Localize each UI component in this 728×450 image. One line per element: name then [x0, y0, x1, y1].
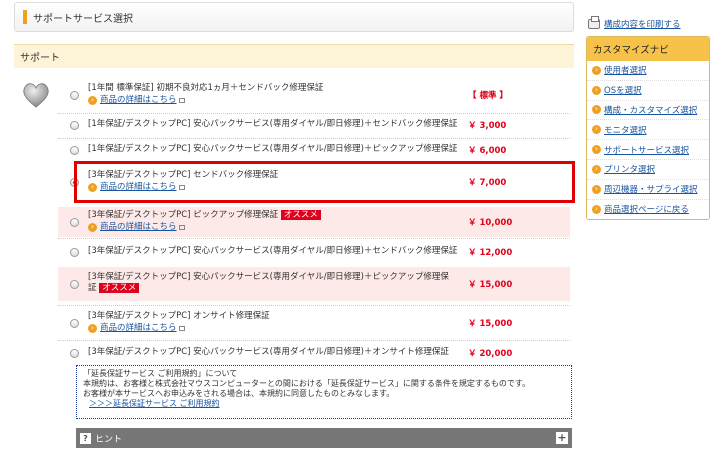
print-config-link[interactable]: 構成内容を印刷する [604, 18, 681, 30]
nav-link-peripherals[interactable]: 周辺機器・サプライ選択 [604, 183, 698, 195]
option-row-6[interactable]: [3年保証/デスクトップPC] 安心パックサービス(専用ダイヤル/即日修理)＋セ… [58, 241, 570, 263]
title-accent-bar [23, 10, 27, 24]
option-label-7-line1: [3年保証/デスクトップPC] 安心パックサービス(専用ダイヤル/即日修理)＋ピ… [88, 272, 449, 282]
print-config[interactable]: 構成内容を印刷する [588, 16, 681, 30]
hint-bar[interactable]: ? ヒント + [76, 428, 572, 448]
expand-plus-icon[interactable]: + [556, 432, 568, 444]
option-row-3[interactable]: [1年保証/デスクトップPC] 安心パックサービス(専用ダイヤル/即日修理)＋ピ… [58, 140, 570, 160]
option-price-5: ￥ 10,000 [468, 218, 513, 228]
arrow-circle-icon: › [88, 223, 97, 232]
option-row-7[interactable]: [3年保証/デスクトップPC] 安心パックサービス(専用ダイヤル/即日修理)＋ピ… [58, 267, 570, 301]
option-radio-1[interactable] [70, 90, 79, 100]
option-row-8[interactable]: [3年保証/デスクトップPC] オンサイト修理保証 › 商品の詳細はこちら ￥ 1… [58, 308, 570, 338]
row-divider [58, 238, 570, 239]
row-divider [58, 305, 570, 306]
arrow-circle-icon: › [88, 324, 97, 333]
nav-item-printer[interactable]: › プリンタ選択 [587, 159, 709, 180]
support-section-label: サポート [20, 53, 60, 64]
arrow-circle-icon: › [592, 85, 601, 95]
support-section-header: サポート [14, 44, 574, 68]
option-label-9: [3年保証/デスクトップPC] 安心パックサービス(専用ダイヤル/即日修理)＋オ… [88, 347, 449, 357]
arrow-circle-icon: › [592, 105, 601, 115]
terms-box: 「延長保証サービス ご利用規約」について 本規約は、お客様と株式会社マウスコンピ… [76, 365, 572, 419]
option-label-3: [1年保証/デスクトップPC] 安心パックサービス(専用ダイヤル/即日修理)＋ピ… [88, 144, 458, 154]
nav-link-config[interactable]: 構成・カスタマイズ選択 [604, 104, 697, 116]
nav-item-config[interactable]: › 構成・カスタマイズ選択 [587, 100, 709, 121]
option-label-5: [3年保証/デスクトップPC] ピックアップ修理保証 [88, 210, 279, 220]
arrow-circle-icon: › [88, 96, 97, 105]
nav-link-back[interactable]: 商品選択ページに戻る [604, 203, 689, 215]
arrow-circle-icon: › [592, 164, 601, 174]
heart-icon [23, 83, 49, 108]
option-label-2: [1年保証/デスクトップPC] 安心パックサービス(専用ダイヤル/即日修理)＋セ… [88, 119, 458, 129]
option-radio-7[interactable] [70, 279, 79, 289]
row-divider [58, 113, 570, 114]
nav-link-os[interactable]: OSを選択 [604, 84, 642, 96]
option-row-5[interactable]: [3年保証/デスクトップPC] ピックアップ修理保証 オススメ › 商品の詳細はこ… [58, 207, 570, 237]
terms-link[interactable]: ＞＞＞延長保証サービス ご利用規約 [89, 399, 220, 408]
nav-item-monitor[interactable]: › モニタ選択 [587, 120, 709, 141]
arrow-circle-icon: › [592, 125, 601, 135]
option-price-8: ￥ 15,000 [468, 319, 513, 329]
nav-item-user[interactable]: › 使用者選択 [587, 61, 709, 81]
customize-nav-title: カスタマイズナビ [587, 37, 709, 61]
selection-highlight-box [74, 161, 575, 203]
option-label-7-line2: 証 [88, 283, 97, 293]
arrow-circle-icon: › [592, 145, 601, 155]
hint-label: ヒント [95, 434, 123, 445]
page-title: サポートサービス選択 [33, 13, 133, 25]
nav-item-back[interactable]: › 商品選択ページに戻る [587, 199, 709, 220]
option-radio-8[interactable] [70, 318, 79, 328]
main-panel: サポートサービス選択 サポート [14, 2, 574, 68]
option-radio-9[interactable] [70, 348, 79, 358]
terms-title: 「延長保証サービス ご利用規約」について [83, 369, 238, 378]
option-price-1: 【 標準 】 [468, 91, 508, 101]
nav-link-printer[interactable]: プリンタ選択 [604, 163, 655, 175]
external-window-icon [178, 326, 185, 331]
option-price-9: ￥ 20,000 [468, 349, 513, 359]
section-title-bar: サポートサービス選択 [14, 2, 574, 32]
option-price-3: ￥ 6,000 [468, 146, 507, 156]
row-divider [58, 340, 570, 341]
nav-item-support[interactable]: › サポートサービス選択 [587, 140, 709, 160]
question-icon: ? [80, 432, 91, 444]
arrow-circle-icon: › [592, 65, 601, 75]
option-radio-2[interactable] [70, 120, 79, 130]
nav-item-peripherals[interactable]: › 周辺機器・サプライ選択 [587, 179, 709, 200]
option-radio-6[interactable] [70, 247, 79, 257]
option-price-7: ￥ 15,000 [468, 280, 513, 290]
option-price-2: ￥ 3,000 [468, 121, 507, 131]
option-row-1[interactable]: [1年間 標準保証] 初期不良対応1ヵ月＋センドバック修理保証 › 商品の詳細はこ… [58, 79, 570, 111]
terms-line-1: 本規約は、お客様と株式会社マウスコンピューターとの間における「延長保証サービス」… [83, 379, 531, 388]
customize-nav: カスタマイズナビ › 使用者選択 › OSを選択 › 構成・カスタマイズ選択 › モニタ… [586, 36, 710, 221]
nav-item-os[interactable]: › OSを選択 [587, 80, 709, 101]
product-detail-link-1[interactable]: 商品の詳細はこちら [100, 95, 177, 106]
row-divider [58, 138, 570, 139]
nav-link-user[interactable]: 使用者選択 [604, 64, 647, 76]
option-price-6: ￥ 12,000 [468, 248, 513, 258]
product-detail-link-5[interactable]: 商品の詳細はこちら [100, 222, 177, 233]
terms-line-2: お客様が本サービスへお申込みをされる場合は、本規約に同意したものとみなします。 [83, 389, 395, 398]
external-window-icon [178, 98, 185, 103]
arrow-circle-icon: › [592, 184, 601, 194]
recommend-badge: オススメ [280, 210, 321, 220]
recommend-badge: オススメ [99, 283, 140, 293]
option-label-8: [3年保証/デスクトップPC] オンサイト修理保証 [88, 311, 270, 321]
option-row-9[interactable]: [3年保証/デスクトップPC] 安心パックサービス(専用ダイヤル/即日修理)＋オ… [58, 343, 570, 363]
option-label-6: [3年保証/デスクトップPC] 安心パックサービス(専用ダイヤル/即日修理)＋セ… [88, 246, 458, 256]
nav-link-support[interactable]: サポートサービス選択 [604, 144, 689, 156]
nav-link-monitor[interactable]: モニタ選択 [604, 124, 647, 136]
option-label-1: [1年間 標準保証] 初期不良対応1ヵ月＋センドバック修理保証 [88, 83, 324, 93]
option-radio-5[interactable] [70, 217, 79, 227]
option-row-2[interactable]: [1年保証/デスクトップPC] 安心パックサービス(専用ダイヤル/即日修理)＋セ… [58, 115, 570, 135]
arrow-circle-icon: › [592, 204, 601, 214]
option-radio-3[interactable] [70, 145, 79, 155]
external-window-icon [178, 225, 185, 230]
printer-icon [588, 16, 600, 29]
product-detail-link-8[interactable]: 商品の詳細はこちら [100, 323, 177, 334]
